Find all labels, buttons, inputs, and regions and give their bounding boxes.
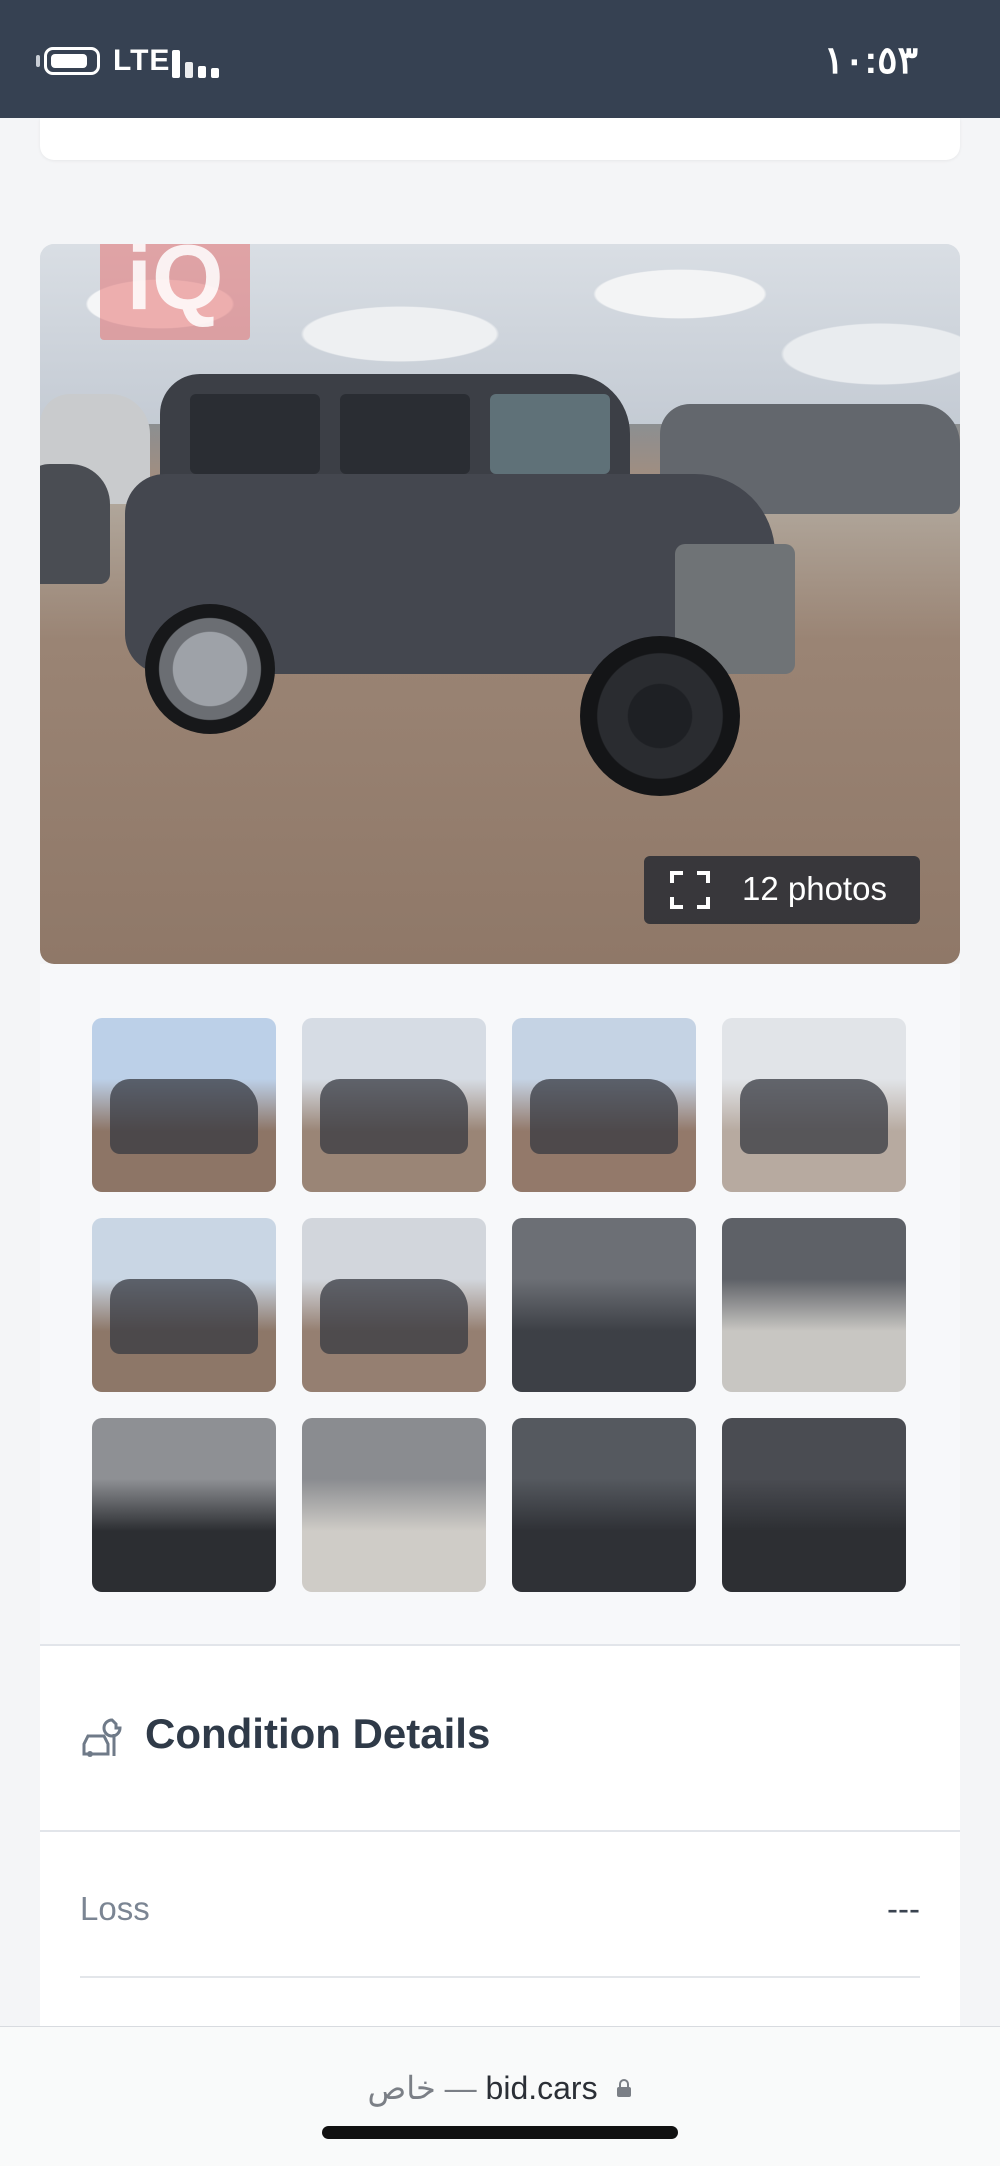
loss-value: ---	[887, 1890, 920, 1927]
thumbnail-gallery	[40, 964, 960, 1644]
section-title: Condition Details	[145, 1710, 491, 1757]
watermark-logo: iQ	[100, 244, 250, 340]
previous-card	[40, 118, 960, 160]
battery-icon	[44, 47, 100, 75]
divider	[40, 1830, 960, 1832]
thumbnail-engine-bay[interactable]	[512, 1418, 696, 1592]
thumbnail-interior-dashboard[interactable]	[722, 1218, 906, 1392]
domain-label: bid.cars	[485, 2070, 598, 2106]
clock: ١٠:٥٣	[823, 40, 918, 82]
thumbnail-instrument-cluster[interactable]	[92, 1418, 276, 1592]
condition-details-section: Condition Details Loss ---	[40, 1646, 960, 2026]
background-car	[40, 464, 110, 584]
front-wheel	[580, 636, 740, 796]
home-indicator[interactable]	[322, 2126, 678, 2139]
vehicle	[115, 374, 875, 796]
thumbnail-exterior-front-left[interactable]	[92, 1018, 276, 1192]
network-label: LTE	[113, 44, 171, 77]
thumbnail-grid	[92, 1018, 908, 1592]
photo-count-button[interactable]: 12 photos	[644, 856, 920, 924]
fullscreen-icon	[670, 871, 710, 909]
thumbnail-exterior-rear[interactable]	[302, 1218, 486, 1392]
thumbnail-vin-label[interactable]	[722, 1418, 906, 1592]
battery-cap	[36, 55, 40, 67]
status-bar: LTE ١٠:٥٣	[0, 0, 1000, 118]
photo-count-label: 12 photos	[742, 870, 887, 907]
separator: —	[444, 2070, 477, 2106]
thumbnail-exterior-front-right[interactable]	[722, 1018, 906, 1192]
row-divider	[80, 1976, 920, 1978]
browser-address-bar[interactable]: خاص — bid.cars	[0, 2026, 1000, 2166]
lock-icon	[617, 2078, 632, 2097]
wrench-car-icon	[82, 1718, 122, 1757]
thumbnail-interior-front-seats[interactable]	[512, 1218, 696, 1392]
thumbnail-exterior-rear-left[interactable]	[302, 1018, 486, 1192]
thumbnail-exterior-front[interactable]	[92, 1218, 276, 1392]
main-vehicle-photo[interactable]: iQ 12 photos	[40, 244, 960, 964]
loss-label: Loss	[80, 1890, 150, 1927]
thumbnail-interior-rear-seats[interactable]	[302, 1418, 486, 1592]
signal-icon	[172, 50, 220, 78]
private-label: خاص	[367, 2070, 436, 2106]
rear-wheel	[145, 604, 275, 734]
address-text[interactable]: خاص — bid.cars	[0, 2069, 1000, 2107]
thumbnail-exterior-left[interactable]	[512, 1018, 696, 1192]
